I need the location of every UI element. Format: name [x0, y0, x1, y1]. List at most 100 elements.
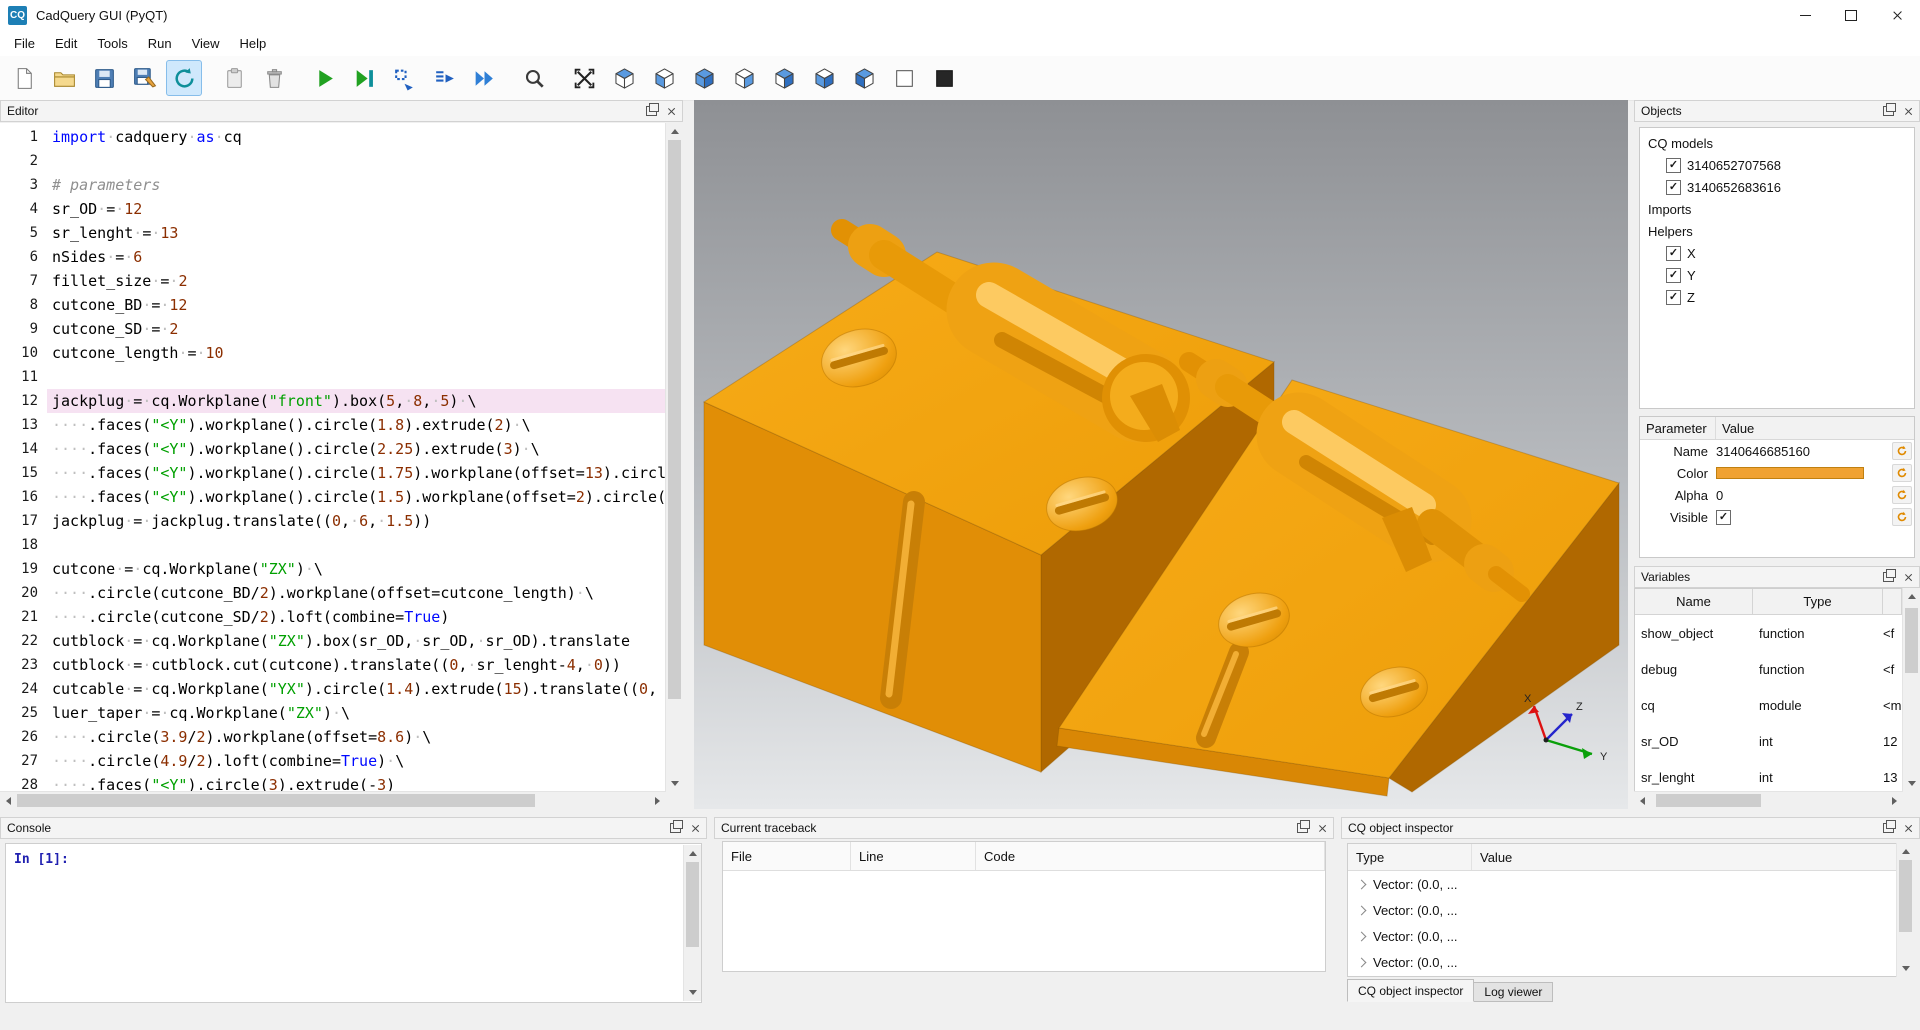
view-right-button[interactable]: [726, 60, 762, 96]
menu-help[interactable]: Help: [230, 32, 277, 55]
menu-run[interactable]: Run: [138, 32, 182, 55]
minimize-button[interactable]: [1782, 0, 1828, 30]
checkbox[interactable]: ✓: [1666, 290, 1681, 305]
debug-run-button[interactable]: [346, 60, 382, 96]
code-line[interactable]: 14····.faces("<Y").workplane().circle(2.…: [0, 437, 666, 461]
variable-row[interactable]: debugfunction<f: [1635, 651, 1902, 687]
tree-item[interactable]: ✓Z: [1640, 286, 1914, 308]
tree-item[interactable]: ✓3140652707568: [1640, 154, 1914, 176]
close-panel-icon[interactable]: [667, 107, 676, 116]
3d-viewport[interactable]: X Z Y: [694, 100, 1628, 809]
code-line[interactable]: 12jackplug·=·cq.Workplane("front").box(5…: [0, 389, 666, 413]
fit-view-button[interactable]: [566, 60, 602, 96]
code-line[interactable]: 7fillet_size·=·2: [0, 269, 666, 293]
reset-parameter-button[interactable]: [1892, 464, 1912, 482]
reset-parameter-button[interactable]: [1892, 486, 1912, 504]
continue-button[interactable]: [466, 60, 502, 96]
code-line[interactable]: 4sr_OD·=·12: [0, 197, 666, 221]
scroll-up-button[interactable]: [1903, 588, 1920, 605]
menu-file[interactable]: File: [4, 32, 45, 55]
scroll-up-button[interactable]: [684, 845, 701, 862]
scrollbar-thumb[interactable]: [1656, 794, 1762, 807]
view-back-button[interactable]: [646, 60, 682, 96]
expand-chevron-icon[interactable]: [1357, 931, 1367, 941]
parameter-value[interactable]: 0: [1716, 488, 1892, 503]
column-header[interactable]: Code: [976, 842, 1325, 870]
code-line[interactable]: 1import·cadquery·as·cq: [0, 125, 666, 149]
search-button[interactable]: [516, 60, 552, 96]
float-panel-icon[interactable]: [670, 823, 681, 833]
code-line[interactable]: 22cutblock·=·cq.Workplane("ZX").box(sr_O…: [0, 629, 666, 653]
float-panel-icon[interactable]: [1297, 823, 1308, 833]
expand-chevron-icon[interactable]: [1357, 905, 1367, 915]
run-button[interactable]: [306, 60, 342, 96]
step-button[interactable]: [386, 60, 422, 96]
variable-row[interactable]: cqmodule<m: [1635, 687, 1902, 723]
code-line[interactable]: 21····.circle(cutcone_SD/2).loft(combine…: [0, 605, 666, 629]
close-button[interactable]: [1874, 0, 1920, 30]
save-as-button[interactable]: [126, 60, 162, 96]
code-line[interactable]: 28····.faces("<Y").circle(3).extrude(-3): [0, 773, 666, 792]
variables-vertical-scrollbar[interactable]: [1902, 588, 1920, 792]
parameter-value[interactable]: 3140646685160: [1716, 444, 1892, 459]
inspector-vertical-scrollbar[interactable]: [1896, 843, 1914, 977]
scroll-down-button[interactable]: [1903, 775, 1920, 792]
close-panel-icon[interactable]: [1318, 824, 1327, 833]
code-line[interactable]: 17jackplug·=·jackplug.translate((0,·6,·1…: [0, 509, 666, 533]
delete-button[interactable]: [256, 60, 292, 96]
tree-group-imports[interactable]: Imports: [1640, 198, 1914, 220]
tree-group-helpers[interactable]: Helpers: [1640, 220, 1914, 242]
menu-view[interactable]: View: [182, 32, 230, 55]
scroll-right-button[interactable]: [649, 792, 666, 809]
code-line[interactable]: 26····.circle(3.9/2).workplane(offset=8.…: [0, 725, 666, 749]
code-editor[interactable]: 1import·cadquery·as·cq23# parameters4sr_…: [0, 123, 666, 792]
scrollbar-thumb[interactable]: [17, 794, 535, 807]
inspector-row[interactable]: Vector: (0.0, ...: [1348, 949, 1913, 975]
inspector-row[interactable]: Vector: (0.0, ...: [1348, 897, 1913, 923]
color-swatch[interactable]: [1716, 467, 1864, 479]
menu-tools[interactable]: Tools: [87, 32, 137, 55]
variable-row[interactable]: sr_ODint12: [1635, 723, 1902, 759]
new-file-button[interactable]: [6, 60, 42, 96]
autoreload-button[interactable]: [166, 60, 202, 96]
checkbox[interactable]: ✓: [1716, 510, 1731, 525]
3d-canvas[interactable]: X Z Y: [694, 100, 1628, 809]
checkbox[interactable]: ✓: [1666, 180, 1681, 195]
view-iso-button[interactable]: [686, 60, 722, 96]
scroll-left-button[interactable]: [1634, 792, 1651, 809]
view-top-button[interactable]: [806, 60, 842, 96]
scrollbar-thumb[interactable]: [1905, 608, 1918, 673]
code-line[interactable]: 24cutcable·=·cq.Workplane("YX").circle(1…: [0, 677, 666, 701]
code-line[interactable]: 5sr_lenght·=·13: [0, 221, 666, 245]
column-header[interactable]: Line: [851, 842, 976, 870]
view-front-button[interactable]: [606, 60, 642, 96]
scroll-right-button[interactable]: [1886, 792, 1903, 809]
scrollbar-thumb[interactable]: [1899, 860, 1912, 932]
close-panel-icon[interactable]: [691, 824, 700, 833]
tree-item[interactable]: ✓3140652683616: [1640, 176, 1914, 198]
code-line[interactable]: 15····.faces("<Y").workplane().circle(1.…: [0, 461, 666, 485]
inspector-row[interactable]: Vector: (0.0, ...: [1348, 975, 1913, 977]
checkbox[interactable]: ✓: [1666, 158, 1681, 173]
editor-horizontal-scrollbar[interactable]: [0, 791, 666, 809]
scrollbar-thumb[interactable]: [686, 862, 699, 947]
view-bottom-button[interactable]: [846, 60, 882, 96]
scrollbar-thumb[interactable]: [668, 140, 681, 699]
clipboard-button[interactable]: [216, 60, 252, 96]
tree-group-cq-models[interactable]: CQ models: [1640, 132, 1914, 154]
step-list-button[interactable]: [426, 60, 462, 96]
scroll-down-button[interactable]: [684, 984, 701, 1001]
scroll-up-button[interactable]: [666, 123, 683, 140]
tree-item[interactable]: ✓Y: [1640, 264, 1914, 286]
code-line[interactable]: 23cutblock·=·cutblock.cut(cutcone).trans…: [0, 653, 666, 677]
code-line[interactable]: 18: [0, 533, 666, 557]
expand-chevron-icon[interactable]: [1357, 879, 1367, 889]
save-button[interactable]: [86, 60, 122, 96]
code-line[interactable]: 6nSides·=·6: [0, 245, 666, 269]
parameter-value[interactable]: ✓: [1716, 510, 1892, 525]
tab-log-viewer[interactable]: Log viewer: [1474, 982, 1553, 1002]
close-panel-icon[interactable]: [1904, 824, 1913, 833]
float-panel-icon[interactable]: [646, 106, 657, 116]
code-line[interactable]: 10cutcone_length·=·10: [0, 341, 666, 365]
tab-cq-object-inspector[interactable]: CQ object inspector: [1347, 979, 1474, 1002]
